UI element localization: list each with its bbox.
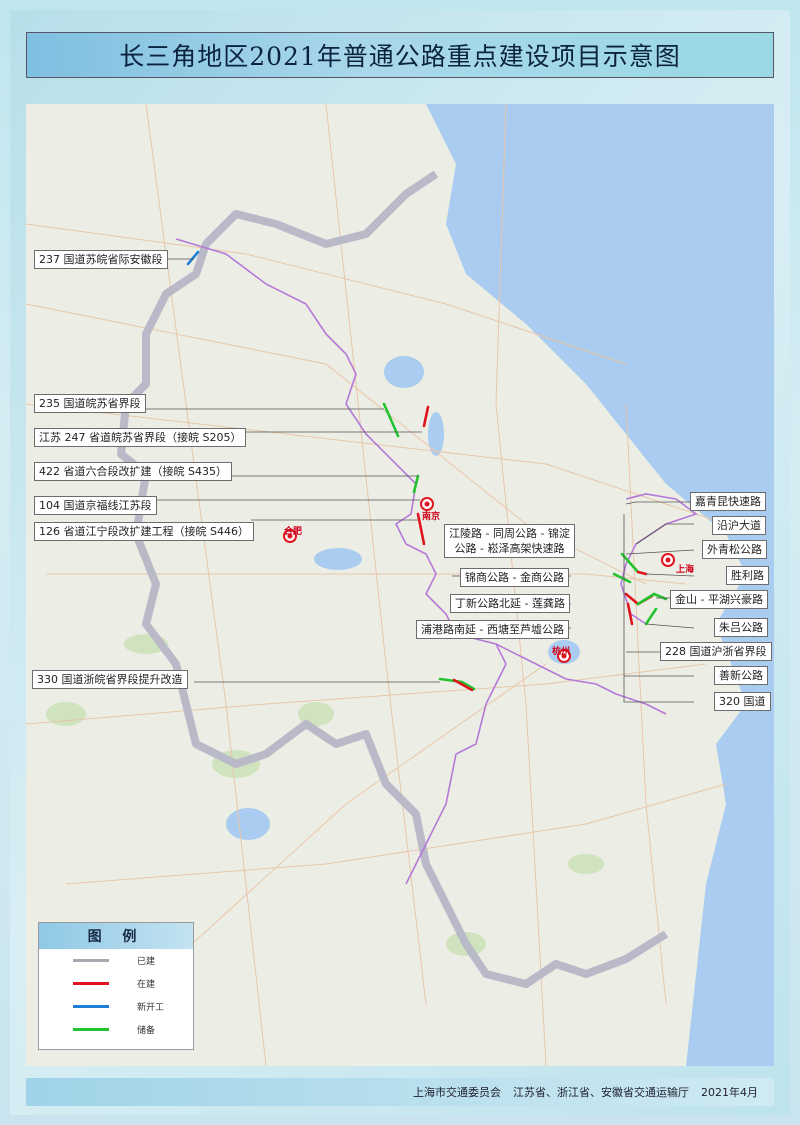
project-label: 朱吕公路 [714,618,768,637]
footer-org-provinces: 江苏省、浙江省、安徽省交通运输厅 [513,1086,689,1099]
chaohu-lake [314,548,362,570]
project-label: 外青松公路 [702,540,767,559]
project-label: 江苏 247 省道皖苏省界段（接皖 S205） [34,428,247,447]
legend-swatch-new-start [73,1005,109,1008]
city-label-shanghai: 上海 [676,565,695,575]
city-label-hefei: 合肥 [284,527,303,537]
hongze-lake [384,356,424,388]
legend-label: 新开工 [137,1003,165,1013]
project-label: 丁新公路北延 - 莲龚路 [450,594,570,613]
legend-item: 已建 [39,949,193,972]
project-label: 320 国道 [714,692,771,711]
map-title: 长三角地区2021年普通公路重点建设项目示意图 [119,42,681,71]
qiandao-lake [226,808,270,840]
legend-swatch-reserve [73,1028,109,1031]
project-label: 104 国道京福线江苏段 [34,496,157,515]
project-label: 嘉青昆快速路 [690,492,766,511]
legend-label: 已建 [137,957,156,967]
legend-label: 储备 [137,1026,156,1036]
legend-item: 储备 [39,1018,193,1041]
project-label: 422 省道六合段改扩建（接皖 S435） [34,462,232,481]
project-label: 228 国道沪浙省界段 [660,642,772,661]
footer-date: 2021年4月 [701,1086,758,1099]
project-label: 沿沪大道 [712,516,766,535]
project-label: 金山 - 平湖兴豪路 [670,590,768,609]
legend-label: 在建 [137,980,156,990]
legend-title: 图 例 [39,923,193,949]
gaoyou-lake [428,412,444,456]
project-label: 善新公路 [714,666,768,685]
project-label: 胜利路 [726,566,769,585]
legend-swatch-built [73,959,109,962]
legend-swatch-under-construction [73,982,109,985]
title-bar: 长三角地区2021年普通公路重点建设项目示意图 [26,32,774,78]
legend-item: 新开工 [39,995,193,1018]
project-label: 126 省道江宁段改扩建工程（接皖 S446） [34,522,254,541]
project-label: 330 国道浙皖省界段提升改造 [32,670,188,689]
legend: 图 例 已建 在建 新开工 储备 [38,922,194,1050]
project-label: 237 国道苏皖省际安徽段 [34,250,168,269]
footer: 上海市交通委员会 江苏省、浙江省、安徽省交通运输厅 2021年4月 [26,1078,774,1106]
project-label: 浦港路南延 - 西塘至芦墟公路 [416,620,569,639]
city-label-hangzhou: 杭州 [552,647,571,657]
city-label-nanjing: 南京 [422,512,441,522]
project-label: 江陵路 - 同周公路 - 锦淀 公路 - 崧泽高架快速路 [444,524,575,558]
legend-item: 在建 [39,972,193,995]
footer-org-shanghai: 上海市交通委员会 [413,1086,501,1099]
project-label: 锦商公路 - 金商公路 [460,568,569,587]
project-label: 235 国道皖苏省界段 [34,394,146,413]
